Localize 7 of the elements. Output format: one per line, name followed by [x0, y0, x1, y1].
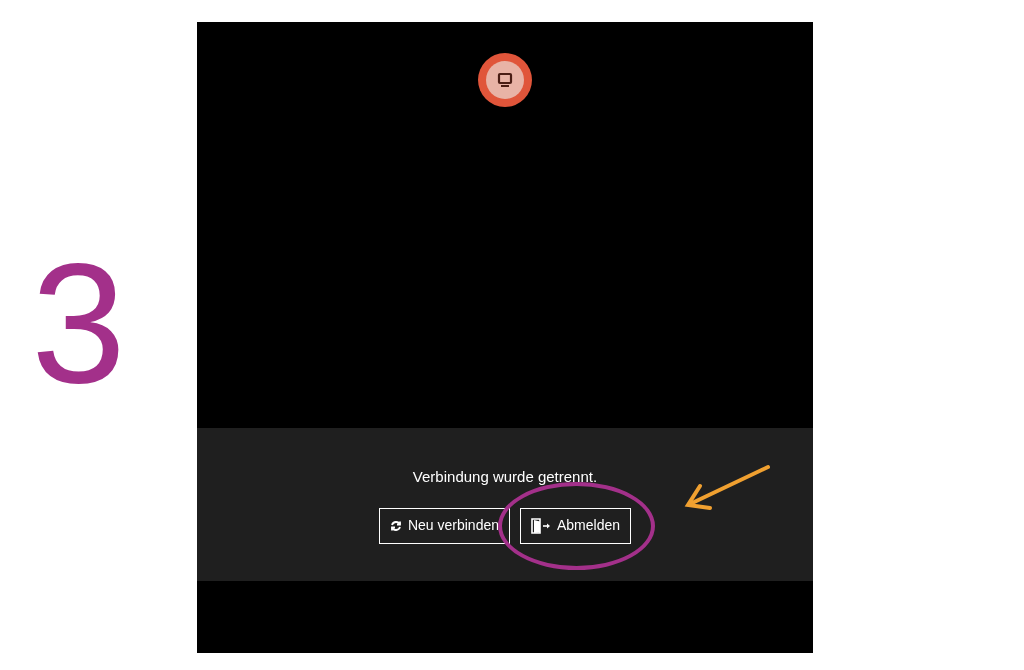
exit-door-icon	[531, 517, 551, 534]
status-message: Verbindung wurde getrennt.	[412, 467, 598, 487]
reconnect-button[interactable]: Neu verbinden	[378, 507, 510, 544]
refresh-icon	[389, 519, 402, 532]
step-number: 3	[31, 237, 126, 408]
monitor-icon	[478, 53, 532, 107]
logout-button[interactable]: Abmelden	[520, 507, 632, 544]
